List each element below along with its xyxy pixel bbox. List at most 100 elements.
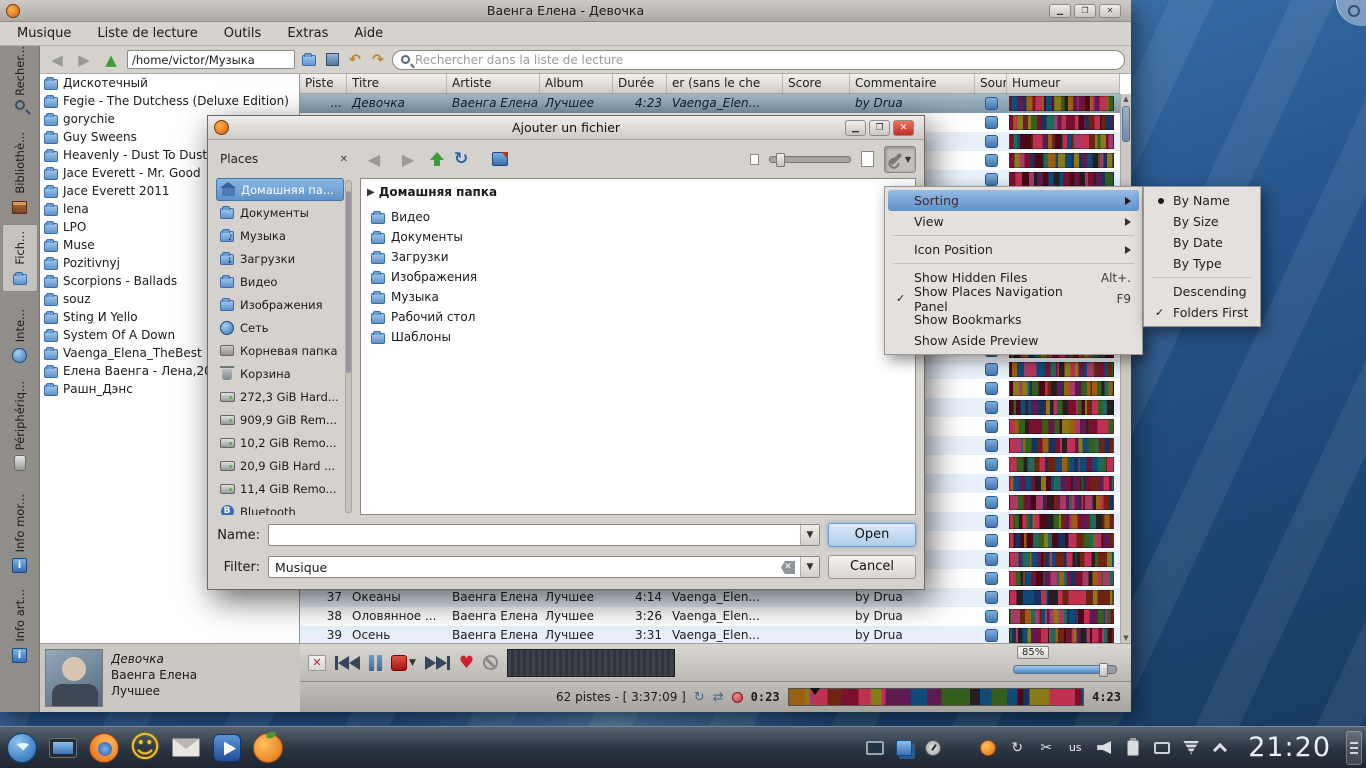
save-playlist-icon[interactable] (323, 52, 341, 68)
dialog-folder-item[interactable]: Рабочий стол (367, 307, 909, 327)
dialog-titlebar[interactable]: Ajouter un fichier ▁ ❐ ✕ (208, 116, 924, 140)
system-files-launcher[interactable] (45, 730, 81, 766)
dialog-settings-button[interactable]: ▼ (884, 146, 916, 173)
dialog-close-button[interactable]: ✕ (893, 120, 914, 136)
sidebar-tab-artist-info[interactable]: Info art...i (2, 582, 38, 668)
playlist-row[interactable]: 39ОсеньВаенга ЕленаЛучшее3:31Vaenga_Elen… (300, 626, 1120, 643)
breadcrumb[interactable]: Домашняя папка (379, 185, 497, 199)
playlist-column-header-6[interactable]: er (sans le che (667, 74, 783, 93)
menu-item-by-date[interactable]: By Date (1147, 232, 1257, 253)
start-menu-button[interactable] (4, 730, 40, 766)
icon-zoom-slider[interactable] (769, 156, 851, 163)
zoom-out-icon[interactable] (750, 154, 759, 165)
ban-button[interactable] (483, 655, 498, 670)
clipboard-tray-icon[interactable] (1122, 737, 1144, 759)
panel-settings-widget[interactable] (1346, 731, 1362, 765)
display-tray-icon[interactable] (1151, 737, 1173, 759)
playlist-column-header-10[interactable]: Humeur (1007, 74, 1120, 93)
menu-item-sorting[interactable]: Sorting (888, 190, 1139, 211)
playlist-column-header-7[interactable]: Score (783, 74, 850, 93)
cancel-button[interactable]: Cancel (828, 555, 916, 579)
menu-item-show-aside-preview[interactable]: Show Aside Preview (888, 330, 1139, 351)
dialog-back-button[interactable]: ◀ (362, 150, 386, 169)
stop-options-arrow[interactable]: ▼ (409, 658, 416, 668)
clementine-tray-icon[interactable] (977, 737, 999, 759)
breadcrumb-arrow-icon[interactable]: ▶ (367, 187, 375, 198)
filter-combo[interactable]: Musique ✕ ▼ (268, 556, 820, 578)
playlist-column-header-9[interactable]: Source (975, 74, 1007, 93)
places-item[interactable]: ↓Загрузки (216, 247, 344, 270)
repeat-icon[interactable]: ↻ (694, 690, 705, 705)
menu-item-icon-position[interactable]: Icon Position (888, 239, 1139, 260)
minimize-button[interactable]: ▁ (1049, 4, 1071, 18)
undo-icon[interactable]: ↶ (346, 52, 364, 68)
places-item[interactable]: 20,9 GiB Hard ... (216, 454, 344, 477)
menubar-item-2[interactable]: Liste de lecture (84, 22, 210, 45)
media-player-launcher[interactable] (209, 730, 245, 766)
name-field[interactable]: ▼ (268, 524, 820, 546)
close-button[interactable]: ✕ (1099, 4, 1121, 18)
places-item[interactable]: 909,9 GiB Rem... (216, 408, 344, 431)
places-item[interactable]: Видео (216, 270, 344, 293)
now-playing-widget[interactable]: Девочка Ваенга Елена Лучшее (40, 643, 300, 712)
sidebar-tab-files[interactable]: Fich... (2, 224, 38, 292)
bookmarks-icon[interactable] (492, 152, 508, 166)
forward-button[interactable]: ▶ (73, 51, 95, 69)
menubar-item-1[interactable]: Musique (4, 22, 84, 45)
menubar-item-5[interactable]: Aide (341, 22, 396, 45)
places-item[interactable]: 10,2 GiB Remo... (216, 431, 344, 454)
open-button[interactable]: Open (828, 523, 916, 547)
network-shares-tray-icon[interactable] (893, 737, 915, 759)
dialog-reload-button[interactable]: ↻ (454, 149, 468, 169)
places-scrollbar[interactable] (345, 180, 352, 513)
menu-item-descending[interactable]: Descending (1147, 281, 1257, 302)
scrollbar-thumb[interactable] (1122, 106, 1130, 142)
search-input[interactable] (415, 53, 1116, 67)
playlist-scrollbar[interactable]: ▲ ▼ (1120, 94, 1131, 643)
scroll-up-arrow[interactable]: ▲ (1121, 95, 1131, 103)
path-input[interactable] (127, 50, 295, 69)
menu-item-show-places-navigation-panel[interactable]: ✓Show Places Navigation PanelF9 (888, 288, 1139, 309)
screen-share-tray-icon[interactable] (864, 737, 886, 759)
pause-button[interactable] (369, 655, 382, 671)
places-item[interactable]: 11,4 GiB Remo... (216, 477, 344, 500)
up-button[interactable]: ▲ (100, 51, 122, 69)
sync-tray-icon[interactable]: ↻ (1006, 737, 1028, 759)
shuffle-icon[interactable]: ⇄ (713, 690, 724, 705)
places-item[interactable]: Домашняя па... (216, 178, 344, 201)
menu-item-by-size[interactable]: By Size (1147, 211, 1257, 232)
messenger-launcher[interactable]: ☺ (127, 730, 163, 766)
menu-item-by-type[interactable]: By Type (1147, 253, 1257, 274)
dialog-folder-item[interactable]: Изображения (367, 267, 909, 287)
clipboard-cut-tray-icon[interactable]: ✂ (1035, 737, 1057, 759)
playlist-row[interactable]: 37ОкеаныВаенга ЕленаЛучшее4:14Vaenga_Ele… (300, 588, 1120, 607)
name-dropdown-arrow[interactable]: ▼ (800, 525, 819, 545)
playlist-column-header-2[interactable]: Titre (347, 74, 447, 93)
menu-item-view[interactable]: View (888, 211, 1139, 232)
places-item[interactable]: BBluetooth (216, 500, 344, 515)
playlist-column-header-3[interactable]: Artiste (447, 74, 540, 93)
volume-handle[interactable] (1099, 663, 1108, 677)
places-item[interactable]: Корзина (216, 362, 344, 385)
dialog-maximize-button[interactable]: ❐ (869, 120, 890, 136)
places-item[interactable]: ♪Музыка (216, 224, 344, 247)
playlist-search[interactable] (392, 50, 1125, 70)
dialog-folder-item[interactable]: Видео (367, 207, 909, 227)
dialog-forward-button[interactable]: ▶ (396, 150, 420, 169)
sidebar-tab-internet[interactable]: Inte... (2, 296, 38, 368)
filter-dropdown-arrow[interactable]: ▼ (800, 557, 819, 577)
places-item[interactable]: Документы (216, 201, 344, 224)
next-button[interactable] (425, 656, 450, 670)
clock[interactable]: 21:20 (1248, 732, 1331, 763)
main-titlebar[interactable]: Ваенга Елена - Девочка ▁ ❐ ✕ (0, 0, 1131, 22)
places-item[interactable]: Изображения (216, 293, 344, 316)
volume-tray-icon[interactable] (1093, 737, 1115, 759)
playlist-column-header-8[interactable]: Commentaire (850, 74, 975, 93)
dialog-folder-item[interactable]: Музыка (367, 287, 909, 307)
maximize-button[interactable]: ❐ (1074, 4, 1096, 18)
dialog-folder-item[interactable]: Документы (367, 227, 909, 247)
scrobble-icon[interactable] (732, 692, 743, 703)
stop-after-track-icon[interactable]: ✕ (308, 655, 326, 671)
sidebar-tab-devices[interactable]: Périphériq... (2, 372, 38, 476)
redo-icon[interactable]: ↷ (369, 52, 387, 68)
